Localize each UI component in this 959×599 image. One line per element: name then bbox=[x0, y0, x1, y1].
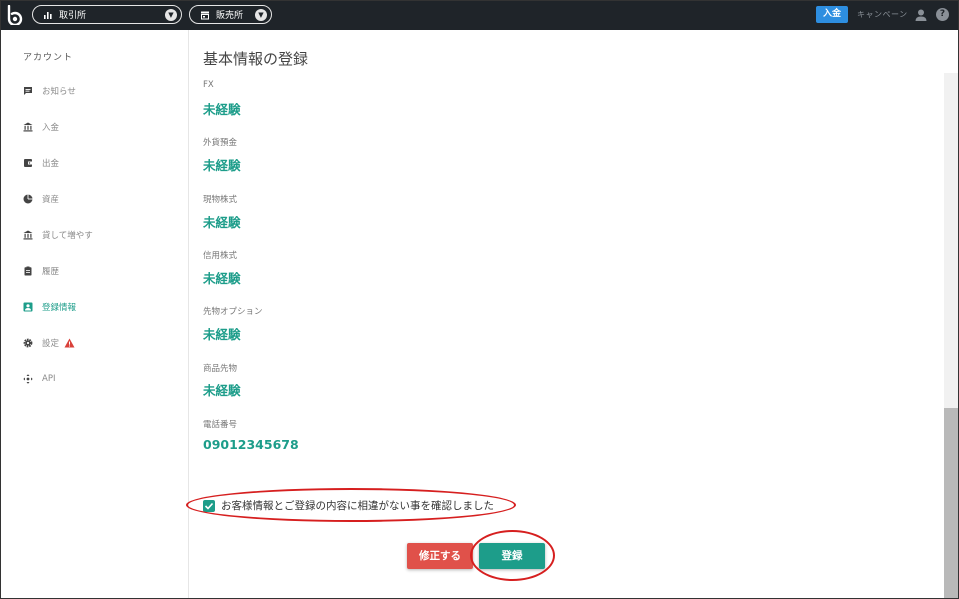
page-title: 基本情報の登録 bbox=[203, 50, 309, 68]
sidebar-item-assets[interactable]: 資産 bbox=[23, 192, 59, 206]
gear-icon bbox=[23, 338, 33, 348]
sidebar-item-history[interactable]: 履歴 bbox=[23, 264, 59, 278]
check-icon bbox=[204, 502, 214, 510]
field-value-fx-deposit: 未経験 bbox=[203, 158, 241, 173]
field-label-phone: 電話番号 bbox=[203, 420, 238, 430]
sidebar-item-lending[interactable]: 貸して増やす bbox=[23, 228, 93, 242]
user-icon[interactable] bbox=[914, 8, 928, 22]
register-button[interactable]: 登録 bbox=[479, 543, 545, 569]
trade-selector[interactable]: 取引所 ▼ bbox=[32, 5, 182, 24]
account-box-icon bbox=[23, 302, 33, 312]
sales-selector[interactable]: 販売所 ▼ bbox=[189, 5, 272, 24]
top-bar: 取引所 ▼ 販売所 ▼ 入金 キャンペーン ? bbox=[0, 0, 959, 30]
bank-icon bbox=[23, 122, 33, 132]
sidebar-item-settings[interactable]: 設定 bbox=[23, 336, 75, 350]
sales-selector-label: 販売所 bbox=[216, 11, 244, 21]
deposit-button[interactable]: 入金 bbox=[816, 6, 848, 23]
sidebar-item-registration-info[interactable]: 登録情報 bbox=[23, 300, 76, 314]
sidebar: アカウント お知らせ 入金 出金 資産 貸して増やす 履歴 登録情報 設定 AP… bbox=[1, 30, 189, 598]
sidebar-item-withdraw[interactable]: 出金 bbox=[23, 156, 59, 170]
field-label-fx: FX bbox=[203, 80, 214, 90]
confirm-label: お客様情報とご登録の内容に相違がない事を確認しました bbox=[221, 500, 494, 512]
move-icon bbox=[23, 374, 33, 384]
field-value-futures-options: 未経験 bbox=[203, 327, 241, 342]
clipboard-icon bbox=[24, 266, 32, 276]
sidebar-item-label: 履歴 bbox=[42, 267, 60, 277]
field-value-fx: 未経験 bbox=[203, 102, 241, 117]
field-value-phone: 09012345678 bbox=[203, 437, 299, 452]
field-value-spot-stock: 未経験 bbox=[203, 215, 241, 230]
scrollbar-thumb[interactable] bbox=[944, 408, 958, 598]
wallet-icon bbox=[24, 159, 32, 167]
sidebar-item-label: 出金 bbox=[42, 159, 60, 169]
field-label-futures-options: 先物オプション bbox=[203, 307, 263, 317]
chevron-down-icon: ▼ bbox=[255, 8, 267, 21]
field-label-fx-deposit: 外貨預金 bbox=[203, 138, 238, 148]
field-label-commodity-futures: 商品先物 bbox=[203, 364, 238, 374]
field-value-commodity-futures: 未経験 bbox=[203, 383, 241, 398]
sidebar-item-label: API bbox=[42, 374, 56, 384]
bank-icon bbox=[23, 230, 33, 240]
chevron-down-icon: ▼ bbox=[165, 8, 177, 21]
store-icon bbox=[201, 11, 209, 19]
warning-icon bbox=[64, 338, 75, 348]
sidebar-item-news[interactable]: お知らせ bbox=[23, 84, 76, 98]
field-value-margin-stock: 未経験 bbox=[203, 271, 241, 286]
sidebar-item-label: 設定 bbox=[42, 339, 60, 349]
sidebar-item-label: 貸して増やす bbox=[42, 231, 93, 241]
sidebar-title: アカウント bbox=[23, 53, 74, 63]
bar-chart-icon bbox=[44, 11, 52, 19]
sidebar-item-api[interactable]: API bbox=[23, 372, 55, 386]
logo-icon[interactable] bbox=[6, 5, 24, 25]
edit-button[interactable]: 修正する bbox=[407, 543, 473, 569]
sidebar-item-label: お知らせ bbox=[42, 87, 76, 97]
field-label-margin-stock: 信用株式 bbox=[203, 251, 238, 261]
sidebar-item-deposit[interactable]: 入金 bbox=[23, 120, 59, 134]
confirm-checkbox-row[interactable]: お客様情報とご登録の内容に相違がない事を確認しました bbox=[203, 498, 494, 513]
sidebar-item-label: 登録情報 bbox=[42, 303, 77, 313]
sidebar-item-label: 入金 bbox=[42, 123, 60, 133]
confirm-checkbox[interactable] bbox=[203, 499, 215, 512]
trade-selector-label: 取引所 bbox=[59, 11, 87, 21]
help-icon[interactable]: ? bbox=[936, 8, 949, 21]
pie-chart-icon bbox=[23, 194, 33, 204]
message-icon bbox=[24, 87, 32, 95]
field-label-spot-stock: 現物株式 bbox=[203, 195, 238, 205]
sidebar-item-label: 資産 bbox=[42, 195, 60, 205]
campaign-link[interactable]: キャンペーン bbox=[857, 9, 908, 20]
